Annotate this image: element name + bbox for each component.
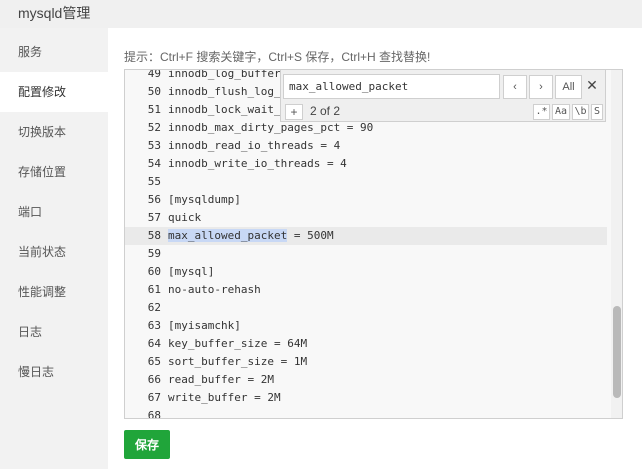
editor-line: 61 no-auto-rehash	[125, 281, 607, 299]
chevron-right-icon: ›	[539, 81, 543, 93]
line-number: 52	[147, 121, 161, 134]
title-bar: mysqld管理	[0, 0, 642, 28]
toggle-replace-button[interactable]: +	[285, 104, 303, 120]
line-text: no-auto-rehash	[168, 283, 261, 296]
editor-line-current: 58 max_allowed_packet = 500M	[125, 227, 607, 245]
find-prev-button[interactable]: ‹	[503, 75, 527, 99]
line-text: write_buffer = 2M	[168, 391, 281, 404]
main-panel: 提示：Ctrl+F 搜索关键字，Ctrl+S 保存，Ctrl+H 查找替换! 4…	[108, 28, 642, 469]
scrollbar-thumb[interactable]	[613, 306, 621, 398]
line-text: key_buffer_size = 64M	[168, 337, 308, 350]
line-text: [mysql]	[168, 265, 215, 278]
editor-line: 59	[125, 245, 607, 263]
regex-toggle[interactable]: .*	[533, 104, 550, 120]
line-number: 55	[147, 175, 161, 188]
line-number: 62	[147, 301, 161, 314]
line-number: 51	[147, 103, 161, 116]
line-number: 66	[147, 373, 161, 386]
chevron-left-icon: ‹	[513, 81, 517, 93]
sidebar-item-config[interactable]: 配置修改	[0, 72, 108, 112]
line-number: 60	[147, 265, 161, 278]
line-number: 65	[147, 355, 161, 368]
editor-line: 65 sort_buffer_size = 1M	[125, 353, 607, 371]
editor-line: 67 write_buffer = 2M	[125, 389, 607, 407]
sidebar-item-performance[interactable]: 性能调整	[0, 272, 108, 312]
line-number: 58	[147, 229, 161, 242]
editor-line: 64 key_buffer_size = 64M	[125, 335, 607, 353]
line-number: 49	[147, 69, 161, 80]
case-sensitive-toggle[interactable]: Aa	[552, 104, 570, 120]
line-number: 57	[147, 211, 161, 224]
shortcut-hint: 提示：Ctrl+F 搜索关键字，Ctrl+S 保存，Ctrl+H 查找替换!	[124, 50, 431, 64]
plus-icon: +	[290, 105, 298, 119]
window-title: mysqld管理	[18, 5, 91, 21]
line-number: 56	[147, 193, 161, 206]
editor-line: 66 read_buffer = 2M	[125, 371, 607, 389]
find-all-button[interactable]: All	[555, 75, 582, 99]
editor-line: 54 innodb_write_io_threads = 4	[125, 155, 607, 173]
in-selection-toggle[interactable]: S	[591, 104, 603, 120]
whole-word-toggle[interactable]: \b	[572, 104, 589, 120]
editor-scrollbar[interactable]	[611, 70, 622, 418]
find-next-button[interactable]: ›	[529, 75, 553, 99]
sidebar-item-port[interactable]: 端口	[0, 192, 108, 232]
line-number: 61	[147, 283, 161, 296]
editor-line: 60 [mysql]	[125, 263, 607, 281]
line-number: 68	[147, 409, 161, 419]
line-number: 67	[147, 391, 161, 404]
line-number: 64	[147, 337, 161, 350]
editor-line: 53 innodb_read_io_threads = 4	[125, 137, 607, 155]
sidebar-item-log[interactable]: 日志	[0, 312, 108, 352]
editor-line: 56 [mysqldump]	[125, 191, 607, 209]
sidebar-item-service[interactable]: 服务	[0, 32, 108, 72]
close-find-button[interactable]: ✕	[584, 76, 600, 94]
line-text: quick	[168, 211, 202, 224]
line-number: 63	[147, 319, 161, 332]
sidebar-item-storage[interactable]: 存储位置	[0, 152, 108, 192]
match-counter: 2 of 2	[310, 104, 341, 118]
line-text: [mysqldump]	[168, 193, 241, 206]
sidebar-item-switch-version[interactable]: 切换版本	[0, 112, 108, 152]
editor-line: 57 quick	[125, 209, 607, 227]
editor-line: 62	[125, 299, 607, 317]
find-panel: ‹ › All ✕ + 2 of 2 .* Aa \b S	[280, 70, 606, 122]
editor-line: 68	[125, 407, 607, 419]
search-match-highlight: max_allowed_packet	[168, 229, 288, 242]
editor-line: 63 [myisamchk]	[125, 317, 607, 335]
sidebar-item-slow-log[interactable]: 慢日志	[0, 352, 108, 392]
close-icon: ✕	[586, 77, 598, 93]
line-text: max_allowed_packet = 500M	[168, 227, 334, 245]
line-number: 53	[147, 139, 161, 152]
code-editor[interactable]: 49 innodb_log_buffer_size = 8M 50 innodb_f…	[124, 69, 623, 419]
line-text: sort_buffer_size = 1M	[168, 355, 308, 368]
line-text: [myisamchk]	[168, 319, 241, 332]
line-text: read_buffer = 2M	[168, 373, 274, 386]
save-button[interactable]: 保存	[124, 430, 170, 459]
find-input[interactable]	[283, 74, 500, 99]
line-number: 50	[147, 85, 161, 98]
line-text: innodb_read_io_threads = 4	[168, 139, 341, 152]
line-number: 59	[147, 247, 161, 260]
line-text-rest: = 500M	[287, 229, 334, 242]
editor-line: 55	[125, 173, 607, 191]
sidebar: 服务 配置修改 切换版本 存储位置 端口 当前状态 性能调整 日志 慢日志	[0, 28, 108, 469]
sidebar-item-status[interactable]: 当前状态	[0, 232, 108, 272]
line-text: innodb_write_io_threads = 4	[168, 157, 347, 170]
line-number: 54	[147, 157, 161, 170]
